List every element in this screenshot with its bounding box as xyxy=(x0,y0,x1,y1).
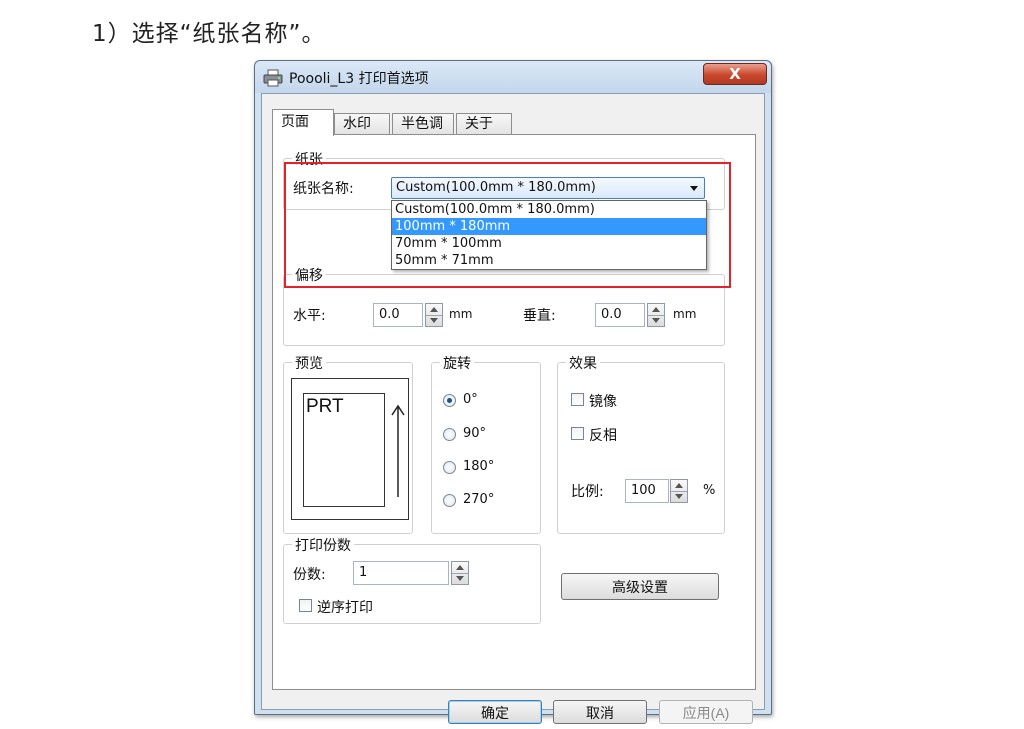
rotation-270-label: 270° xyxy=(463,492,495,507)
copies-group-label: 打印份数 xyxy=(292,535,354,555)
ok-button[interactable]: 确定 xyxy=(448,700,542,724)
preview-sample-text: PRT xyxy=(306,396,344,417)
arrow-up-icon xyxy=(391,404,405,497)
vertical-offset-label: 垂直: xyxy=(523,308,556,324)
reverse-order-checkbox[interactable] xyxy=(299,599,312,612)
paper-name-dropdown-list: Custom(100.0mm * 180.0mm) 100mm * 180mm … xyxy=(391,200,707,270)
tab-halftone[interactable]: 半色调 xyxy=(392,113,454,135)
spin-up-icon xyxy=(456,565,464,570)
window-title: Poooli_L3 打印首选项 xyxy=(289,71,429,87)
preview-paper: PRT xyxy=(303,393,385,507)
page-tab-panel: 纸张 纸张名称: Custom(100.0mm * 180.0mm) Custo… xyxy=(272,134,756,690)
paper-option-custom[interactable]: Custom(100.0mm * 180.0mm) xyxy=(392,201,706,218)
copies-count-stepper[interactable] xyxy=(451,561,469,585)
spin-up-icon xyxy=(652,307,660,312)
vertical-offset-input[interactable]: 0.0 xyxy=(595,303,645,327)
rotation-group-label: 旋转 xyxy=(440,353,474,373)
spin-up-icon xyxy=(675,483,683,488)
spin-down-icon xyxy=(675,494,683,499)
paper-name-selected-value: Custom(100.0mm * 180.0mm) xyxy=(396,180,596,195)
rotation-90-radio[interactable] xyxy=(443,428,456,441)
horizontal-offset-label: 水平: xyxy=(293,308,326,324)
rotation-0-radio[interactable] xyxy=(443,394,456,407)
reverse-order-label: 逆序打印 xyxy=(317,600,373,616)
offset-group-label: 偏移 xyxy=(292,265,326,285)
rotation-180-label: 180° xyxy=(463,459,495,474)
title-bar[interactable]: Poooli_L3 打印首选项 X xyxy=(255,61,771,93)
apply-button[interactable]: 应用(A) xyxy=(659,700,753,724)
tab-watermark[interactable]: 水印 xyxy=(334,113,390,135)
effects-group: 效果 xyxy=(557,353,725,534)
scale-input[interactable]: 100 xyxy=(625,479,669,503)
spin-up-icon xyxy=(430,307,438,312)
spin-down-icon xyxy=(652,318,660,323)
close-button[interactable]: X xyxy=(703,63,767,85)
effects-group-label: 效果 xyxy=(566,353,600,373)
printer-icon xyxy=(263,69,283,87)
invert-checkbox[interactable] xyxy=(571,427,584,440)
horizontal-offset-input[interactable]: 0.0 xyxy=(373,303,423,327)
mirror-checkbox[interactable] xyxy=(571,393,584,406)
instruction-text: 1）选择“纸张名称”。 xyxy=(92,21,326,47)
invert-label: 反相 xyxy=(589,428,617,444)
chevron-down-icon xyxy=(690,186,698,191)
rotation-270-radio[interactable] xyxy=(443,494,456,507)
spin-down-icon xyxy=(430,318,438,323)
cancel-button[interactable]: 取消 xyxy=(553,700,647,724)
paper-option-70x100[interactable]: 70mm * 100mm xyxy=(392,235,706,252)
print-preferences-dialog: Poooli_L3 打印首选项 X 页面 水印 半色调 关于 纸张 纸张名称: … xyxy=(254,60,772,724)
mirror-label: 镜像 xyxy=(589,394,617,410)
scale-unit: % xyxy=(703,483,716,498)
paper-group-label: 纸张 xyxy=(292,149,326,169)
tab-page[interactable]: 页面 xyxy=(272,109,334,136)
vertical-offset-unit: mm xyxy=(673,307,697,321)
paper-option-50x71[interactable]: 50mm * 71mm xyxy=(392,252,706,269)
scale-stepper[interactable] xyxy=(670,479,688,503)
copies-count-input[interactable]: 1 xyxy=(353,561,449,585)
vertical-offset-stepper[interactable] xyxy=(647,303,665,327)
dialog-client-area: 页面 水印 半色调 关于 纸张 纸张名称: Custom(100.0mm * 1… xyxy=(261,93,765,724)
close-icon: X xyxy=(729,65,741,83)
copies-count-label: 份数: xyxy=(293,567,326,583)
rotation-180-radio[interactable] xyxy=(443,461,456,474)
rotation-0-label: 0° xyxy=(463,392,478,407)
paper-option-100x180[interactable]: 100mm * 180mm xyxy=(392,218,706,235)
advanced-settings-button[interactable]: 高级设置 xyxy=(561,573,719,600)
horizontal-offset-stepper[interactable] xyxy=(425,303,443,327)
preview-group-label: 预览 xyxy=(292,353,326,373)
rotation-group: 旋转 xyxy=(431,353,541,534)
horizontal-offset-unit: mm xyxy=(449,307,473,321)
spin-down-icon xyxy=(456,576,464,581)
tab-about[interactable]: 关于 xyxy=(456,113,512,135)
scale-label: 比例: xyxy=(571,484,604,500)
paper-name-label: 纸张名称: xyxy=(293,181,354,197)
paper-name-select[interactable]: Custom(100.0mm * 180.0mm) xyxy=(391,177,705,199)
rotation-90-label: 90° xyxy=(463,426,487,441)
